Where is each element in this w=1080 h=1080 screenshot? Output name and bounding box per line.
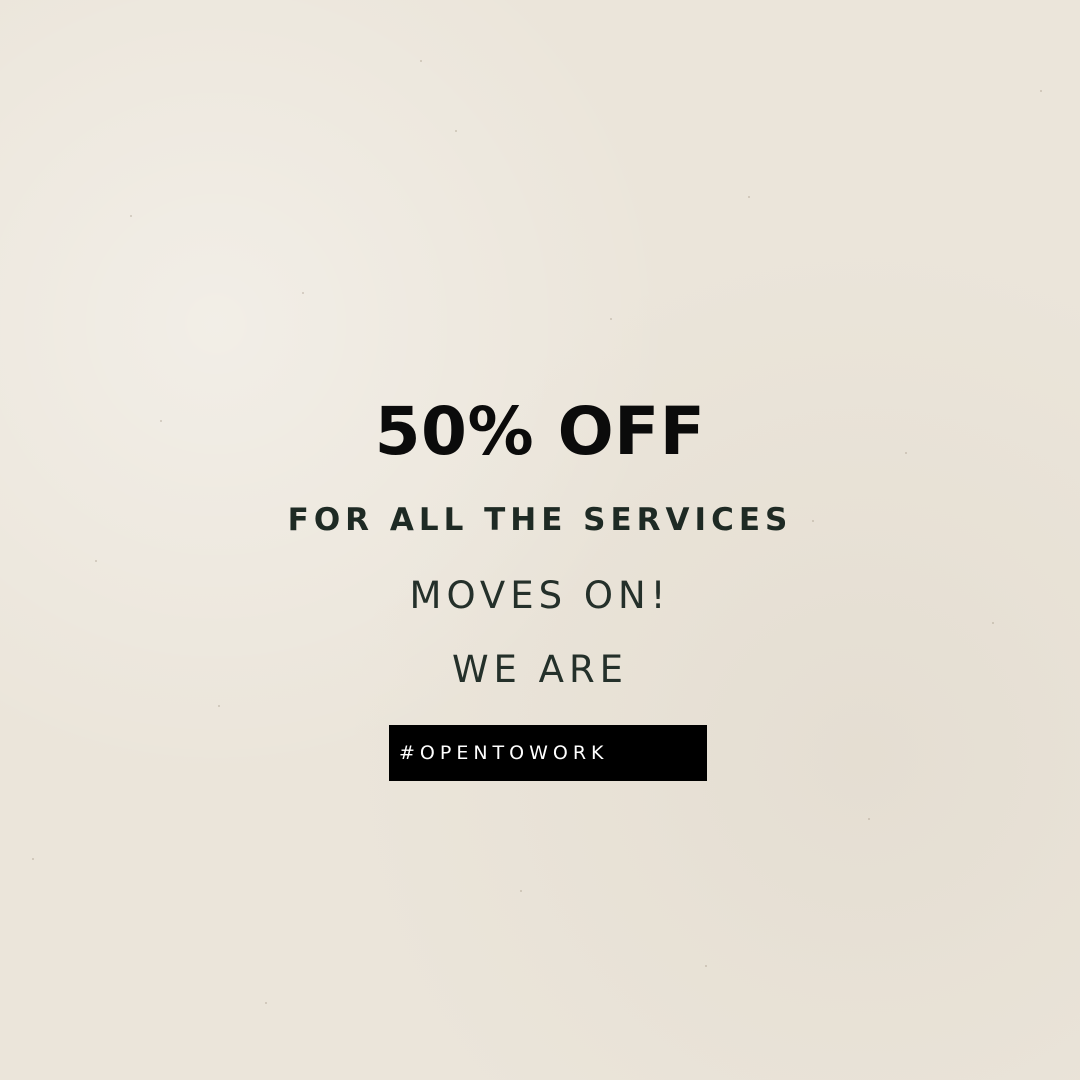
text-we-are: WE ARE: [451, 648, 629, 691]
hashtag-text: #OPENTOWORK: [399, 742, 609, 764]
headline-discount: 50% OFF: [374, 393, 706, 470]
text-moves-on: MOVES ON!: [409, 574, 671, 617]
hashtag-badge: #OPENTOWORK: [389, 725, 707, 781]
subheadline-services: FOR ALL THE SERVICES: [287, 502, 793, 538]
